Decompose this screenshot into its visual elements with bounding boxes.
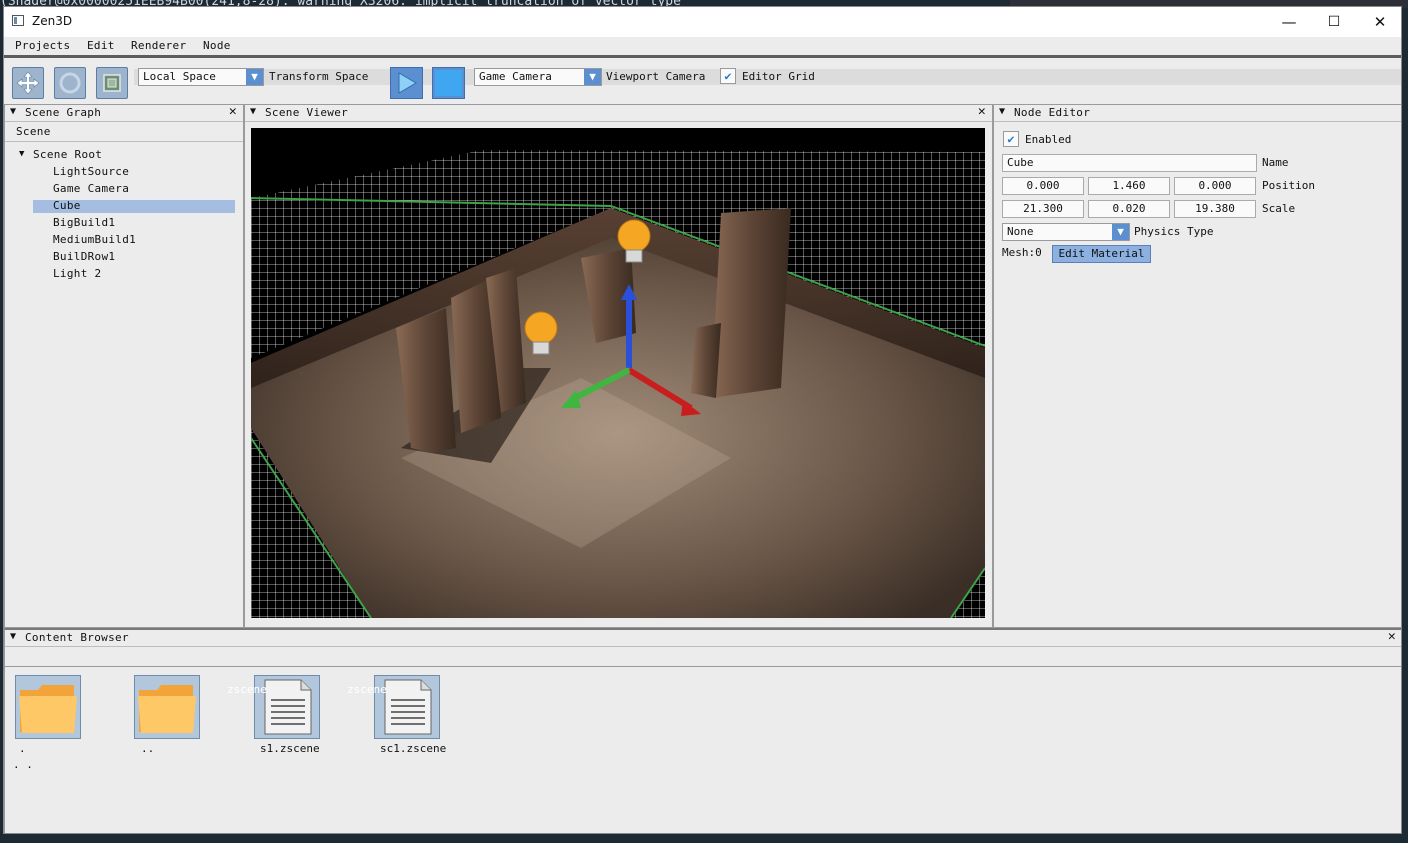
tree-item[interactable]: MediumBuild1 [53,233,136,246]
folder-item[interactable] [15,675,81,739]
transform-space-select[interactable]: Local Space ▼ [138,68,264,86]
scene-tab-bar: Scene [5,122,243,142]
move-arrows-icon [16,71,40,95]
scale-x-field[interactable]: 21.300 [1002,200,1084,218]
chevron-down-icon: ▼ [584,69,601,85]
menu-edit[interactable]: Edit [87,39,115,52]
node-editor-panel: ▼ Node Editor ✔ Enabled Cube Name 0.000 … [993,104,1401,628]
close-button[interactable]: ✕ [1357,7,1401,37]
checkmark-icon: ✔ [1007,132,1015,146]
rotate-icon [59,72,81,94]
transform-space-label: Transform Space [269,70,369,83]
maximize-button[interactable]: ☐ [1311,7,1357,37]
editor-grid-label: Editor Grid [742,70,815,83]
collapse-triangle-icon[interactable]: ▼ [10,631,16,642]
tree-item[interactable]: BuilDRow1 [53,250,115,263]
collapse-triangle-icon[interactable]: ▼ [250,106,256,117]
physics-type-value: None [1007,225,1034,238]
file-type-tag: zscene [227,683,267,696]
content-browser-title: Content Browser [25,631,129,644]
menu-projects[interactable]: Projects [15,39,70,52]
stop-button[interactable] [432,67,465,99]
transform-space-value: Local Space [143,70,216,83]
scale-y-field[interactable]: 0.020 [1088,200,1170,218]
node-editor-header[interactable]: ▼ Node Editor [994,105,1401,122]
folder-item[interactable] [134,675,200,739]
scene-graph-header[interactable]: ▼ Scene Graph ✕ [5,105,243,122]
name-field[interactable]: Cube [1002,154,1257,172]
viewport-camera-label: Viewport Camera [606,70,706,83]
close-panel-icon[interactable]: ✕ [229,105,237,119]
mesh-label: Mesh:0 [1002,246,1042,259]
position-z-field[interactable]: 0.000 [1174,177,1256,195]
folder-name: . [19,742,26,755]
node-editor-title: Node Editor [1014,106,1091,119]
checkmark-icon: ✔ [724,69,732,83]
minimize-button[interactable]: — [1266,7,1312,37]
chevron-down-icon: ▼ [246,69,263,85]
collapse-triangle-icon[interactable]: ▼ [999,106,1005,117]
scene-render [251,128,985,618]
physics-type-label: Physics Type [1134,225,1214,238]
file-type-tag: zscene [347,683,387,696]
tree-item-selected[interactable]: Cube [53,199,81,212]
file-name: s1.zscene [260,742,320,755]
position-y-field[interactable]: 1.460 [1088,177,1170,195]
close-panel-icon[interactable]: ✕ [978,105,986,119]
play-icon [398,72,417,94]
edit-material-button[interactable]: Edit Material [1052,245,1151,263]
scene-viewer-header[interactable]: ▼ Scene Viewer ✕ [245,105,992,122]
editor-grid-checkbox[interactable]: ✔ [720,68,736,84]
expand-triangle-icon[interactable]: ▼ [19,149,25,159]
folder-icon [138,685,196,733]
scene-graph-title: Scene Graph [25,106,102,119]
folder-name: .. [141,742,155,755]
title-bar[interactable]: Zen3D — ☐ ✕ [4,7,1401,37]
stop-icon [435,70,462,96]
play-button[interactable] [390,67,423,99]
viewport-camera-select[interactable]: Game Camera ▼ [474,68,602,86]
chevron-down-icon: ▼ [1112,224,1129,240]
window-title: Zen3D [32,14,73,28]
scale-z-field[interactable]: 19.380 [1174,200,1256,218]
position-label: Position [1262,179,1315,192]
position-x-field[interactable]: 0.000 [1002,177,1084,195]
content-browser-panel: ▼ Content Browser ✕ . .. zscene s1.zscen… [4,628,1401,833]
tree-item-scene-root[interactable]: Scene Root [33,148,102,161]
rotate-tool-button[interactable] [54,67,86,99]
name-label: Name [1262,156,1289,169]
content-browser-header[interactable]: ▼ Content Browser ✕ [5,630,1401,647]
file-name: sc1.zscene [380,742,447,755]
menu-bar: Projects Edit Renderer Node [4,37,1401,55]
menu-node[interactable]: Node [203,39,231,52]
menu-renderer[interactable]: Renderer [131,39,186,52]
close-panel-icon[interactable]: ✕ [1388,630,1396,644]
scale-label: Scale [1262,202,1296,215]
tree-item[interactable]: LightSource [53,165,129,178]
scene-viewer-title: Scene Viewer [265,106,349,119]
overflow-dots: . . [13,758,33,771]
tree-item[interactable]: Light 2 [53,267,101,280]
toolbar: Local Space ▼ Transform Space Game Camer… [4,58,1401,104]
viewport-camera-value: Game Camera [479,70,552,83]
3d-viewport[interactable] [251,128,985,618]
scene-viewer-panel: ▼ Scene Viewer ✕ [244,104,993,628]
collapse-triangle-icon[interactable]: ▼ [10,106,16,117]
tree-item[interactable]: Game Camera [53,182,129,195]
scale-icon [103,74,121,92]
folder-icon [19,685,77,733]
app-icon [12,15,24,26]
physics-type-select[interactable]: None ▼ [1002,223,1130,241]
tab-scene[interactable]: Scene [16,125,51,138]
enabled-label: Enabled [1025,133,1072,146]
scene-graph-panel: ▼ Scene Graph ✕ Scene ▼ Scene Root Light… [4,104,244,628]
tree-item[interactable]: BigBuild1 [53,216,115,229]
move-tool-button[interactable] [12,67,44,99]
enabled-checkbox[interactable]: ✔ [1003,131,1019,147]
app-window: Zen3D — ☐ ✕ Projects Edit Renderer Node [3,6,1402,834]
scale-tool-button[interactable] [96,67,128,99]
